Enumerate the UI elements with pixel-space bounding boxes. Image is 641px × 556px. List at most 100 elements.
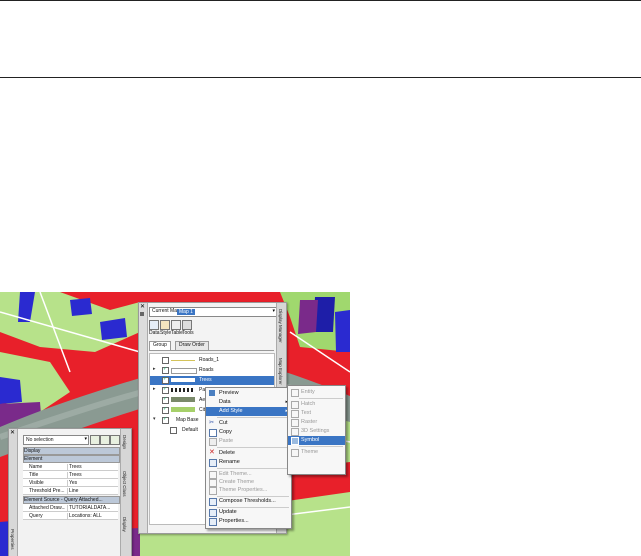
section-element[interactable]: Element [23, 455, 120, 463]
section-display[interactable]: Display [23, 447, 120, 455]
paste-icon [209, 438, 217, 446]
layer-checkbox[interactable] [162, 366, 169, 374]
select-objects-icon[interactable] [100, 435, 110, 445]
layer-checkbox[interactable] [162, 357, 169, 364]
menu-item-label: Compose Thresholds... [219, 498, 276, 504]
layer-checkbox[interactable] [162, 376, 169, 384]
property-row[interactable]: Attached Draw... TUTORIALDATA... [23, 504, 118, 512]
submenu-item-symbol[interactable]: Symbol [288, 436, 345, 445]
property-row[interactable]: Threshold Pre... Line [23, 487, 118, 495]
tools-tool-button[interactable]: Tools [182, 320, 194, 336]
top-rule [0, 0, 641, 1]
menu-item-label: Paste [219, 438, 234, 444]
property-key: Threshold Pre... [29, 488, 65, 494]
menu-item-label: Delete [219, 450, 235, 456]
submenu-item-label: Entity [301, 389, 315, 395]
layer-name: Default [182, 427, 198, 433]
selection-dropdown[interactable]: No selection ▾ [23, 435, 89, 445]
submenu-item-3d-settings[interactable]: 3D Settings [288, 427, 345, 436]
layer-item[interactable]: ▸ Roads [150, 366, 274, 375]
submenu-item-text[interactable]: Text [288, 409, 345, 418]
menu-item-label: Theme Properties... [219, 487, 268, 493]
selection-value: No selection [26, 437, 54, 443]
layer-name: Roads_1 [199, 357, 220, 363]
menu-item-compose-thresholds[interactable]: Compose Thresholds... [206, 497, 291, 506]
context-menu: Preview Data▸ Add Style▸ ✂ Cut Copy Paste… [205, 387, 292, 529]
current-map-select[interactable]: Current Map: Map 1 ▾ [149, 307, 277, 317]
property-value[interactable]: TUTORIALDATA... [67, 505, 119, 511]
menu-item-preview[interactable]: Preview [206, 389, 291, 398]
section-element-source[interactable]: Element Source - Query Attached... [23, 496, 120, 504]
property-row[interactable]: Visible Yes [23, 479, 118, 487]
menu-item-properties[interactable]: Properties... [206, 517, 291, 526]
submenu-item-entity[interactable]: Entity [288, 388, 345, 397]
tab-object-class[interactable]: Object Class [122, 471, 127, 497]
layer-item[interactable]: Roads_1 [150, 356, 274, 365]
tab-group[interactable]: Group [149, 341, 171, 350]
close-icon[interactable]: ✕ [10, 430, 15, 436]
layer-checkbox[interactable] [162, 396, 169, 404]
menu-item-copy[interactable]: Copy [206, 428, 291, 437]
expand-icon[interactable]: ▸ [153, 386, 156, 392]
submenu-item-theme[interactable]: Theme [288, 448, 345, 457]
expand-icon[interactable]: ▾ [153, 416, 156, 422]
property-row[interactable]: Query Locations: ALL [23, 512, 118, 520]
property-key: Name [29, 464, 43, 470]
menu-item-label: Copy [219, 429, 232, 435]
layer-swatch [171, 397, 195, 402]
property-key: Query [29, 513, 43, 519]
layer-checkbox[interactable] [170, 427, 177, 434]
layer-checkbox[interactable] [162, 416, 169, 424]
property-row[interactable]: Name Trees [23, 463, 118, 471]
property-key: Title [29, 472, 39, 478]
table-tool-label: Table [171, 330, 183, 336]
menu-item-delete[interactable]: ✕ Delete [206, 449, 291, 458]
property-value[interactable]: Trees [67, 464, 119, 470]
menu-item-theme-properties[interactable]: Theme Properties... [206, 486, 291, 495]
menu-item-update[interactable]: Update [206, 508, 291, 517]
submenu-item-raster[interactable]: Raster [288, 418, 345, 427]
property-value[interactable]: Trees [67, 472, 119, 478]
cut-icon: ✂ [209, 420, 215, 426]
expand-icon[interactable]: ▸ [153, 366, 156, 372]
property-row[interactable]: Title Trees [23, 471, 118, 479]
tab-draw-order[interactable]: Draw Order [175, 341, 209, 350]
tab-map-explorer[interactable]: Map Explorer [278, 358, 283, 385]
data-tool-button[interactable]: Data [149, 320, 160, 336]
table-tool-button[interactable]: Table [171, 320, 183, 336]
layer-checkbox[interactable] [162, 386, 169, 394]
chevron-down-icon: ▾ [272, 308, 275, 314]
menu-item-paste[interactable]: Paste [206, 437, 291, 446]
layer-swatch [171, 368, 197, 374]
layer-item[interactable]: Trees [150, 376, 274, 385]
layer-checkbox[interactable] [162, 406, 169, 414]
pin-icon[interactable] [140, 312, 144, 316]
tab-display[interactable]: Display [122, 517, 127, 532]
chevron-down-icon: ▾ [84, 436, 87, 442]
menu-item-label: Preview [219, 390, 239, 396]
submenu-item-hatch[interactable]: Hatch [288, 400, 345, 409]
submenu-item-label: Raster [301, 419, 318, 425]
property-value[interactable]: Line [67, 488, 119, 494]
tools-icon [182, 320, 192, 330]
tab-design[interactable]: Design [122, 435, 127, 449]
properties-panel: ✕ Properties No selection ▾ Display Elem… [8, 428, 132, 556]
quick-select-icon[interactable] [90, 435, 100, 445]
panel-title-strip[interactable]: ✕ [139, 303, 148, 533]
properties-title-strip[interactable]: ✕ Properties [9, 429, 18, 556]
menu-item-rename[interactable]: Rename [206, 458, 291, 467]
menu-separator [217, 447, 289, 448]
property-value[interactable]: Locations: ALL [67, 513, 119, 519]
toggle-pickadd-icon[interactable] [110, 435, 120, 445]
submenu-item-label: Hatch [301, 401, 316, 407]
menu-item-add-style[interactable]: Add Style▸ [206, 407, 291, 416]
property-key: Attached Draw... [29, 505, 65, 511]
layer-swatch [171, 407, 195, 412]
entity-icon [291, 389, 299, 397]
menu-item-cut[interactable]: ✂ Cut [206, 419, 291, 428]
style-tool-button[interactable]: Style [160, 320, 171, 336]
close-icon[interactable]: ✕ [140, 304, 145, 310]
tab-display-manager[interactable]: Display Manager [278, 309, 283, 343]
menu-item-data[interactable]: Data▸ [206, 398, 291, 407]
property-value[interactable]: Yes [67, 480, 119, 486]
